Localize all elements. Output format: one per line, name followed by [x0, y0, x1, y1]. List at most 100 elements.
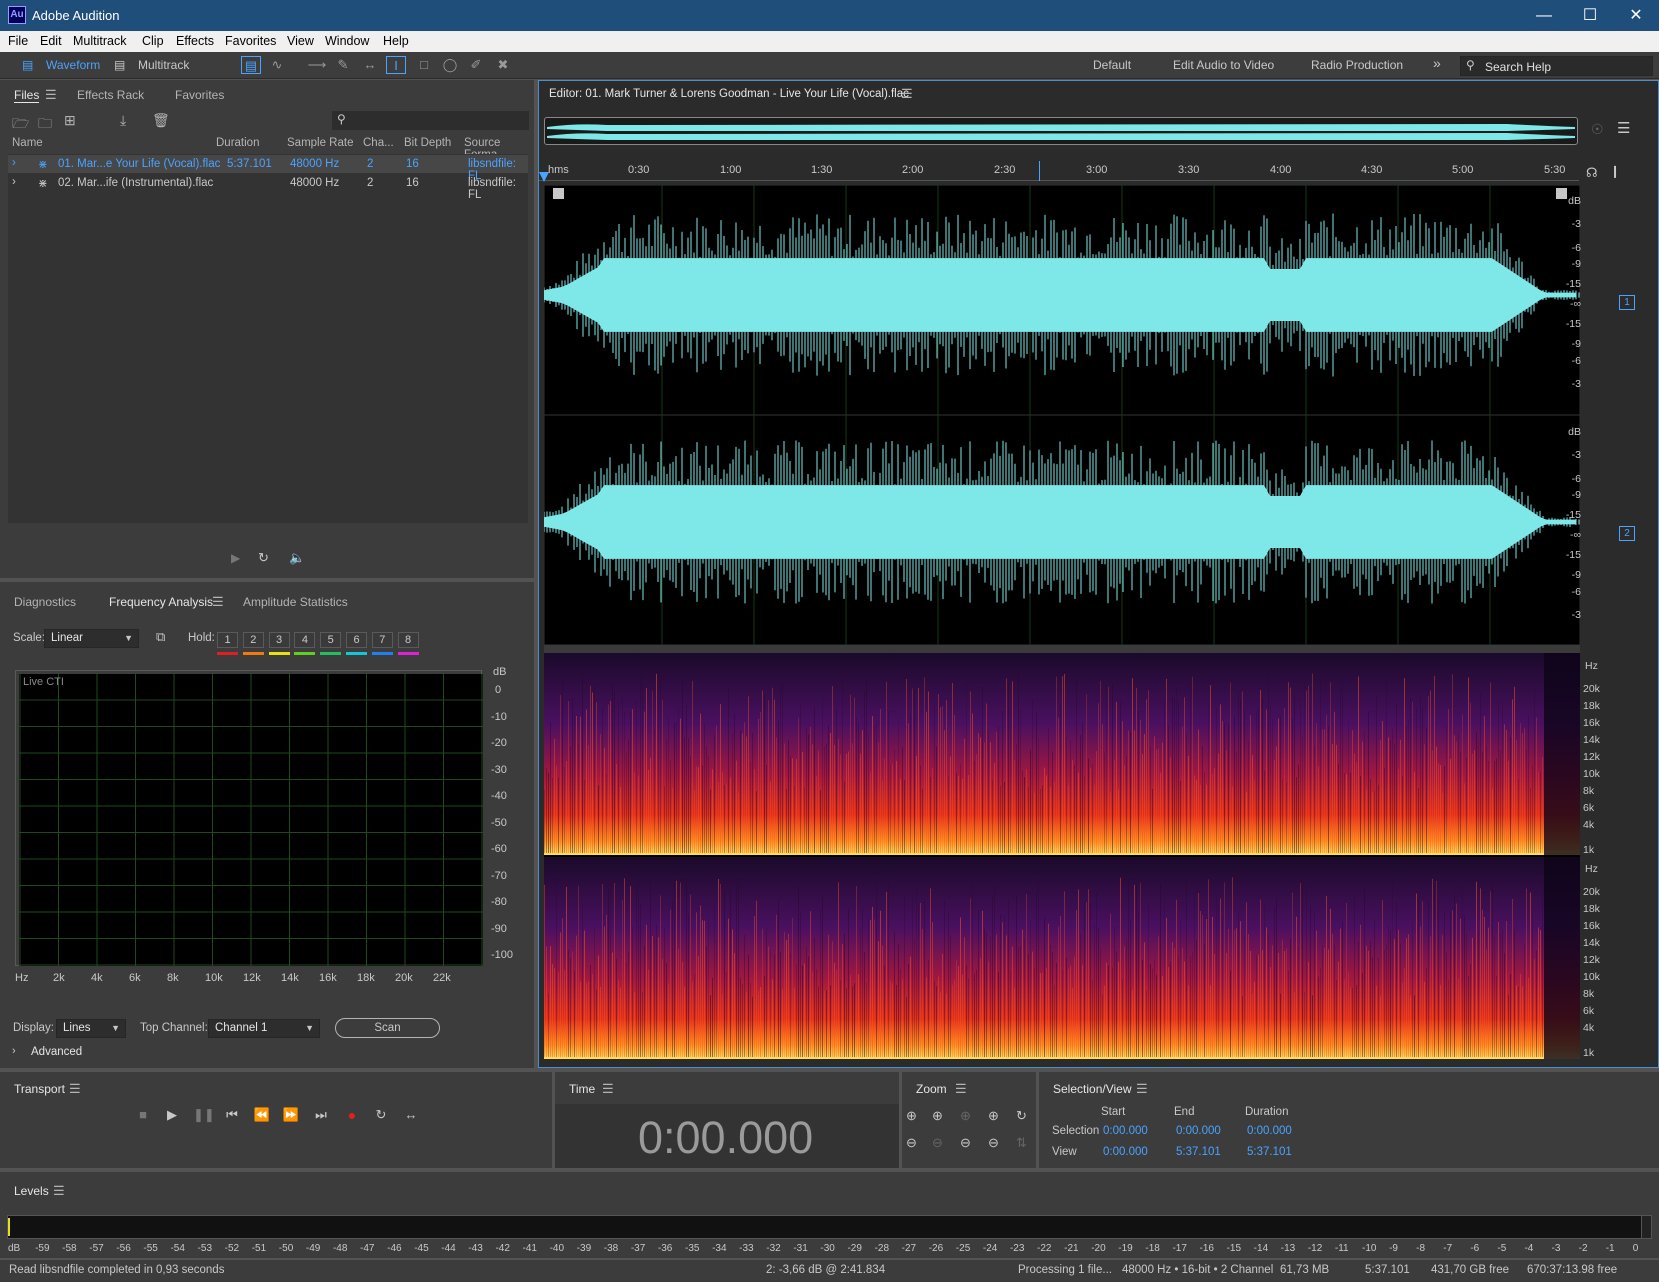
- hold-button-5[interactable]: 5: [320, 632, 342, 648]
- waveform-view-button[interactable]: ▤ Waveform: [20, 55, 100, 76]
- hold-button-7[interactable]: 7: [371, 632, 393, 648]
- record-icon[interactable]: ●: [343, 1107, 361, 1123]
- channel-2-toggle[interactable]: 2: [1619, 526, 1635, 541]
- hold-button-2[interactable]: 2: [242, 632, 264, 648]
- clip-indicator[interactable]: [1641, 1215, 1652, 1239]
- stop-icon[interactable]: ■: [134, 1107, 152, 1123]
- view-start[interactable]: 0:00.000: [1103, 1146, 1148, 1158]
- zoom-reset-icon[interactable]: ↻: [1016, 1108, 1027, 1124]
- maximize-button[interactable]: ☐: [1567, 0, 1613, 31]
- search-help-field[interactable]: ⚲ Search Help: [1460, 56, 1653, 76]
- tab-favorites[interactable]: Favorites: [175, 88, 224, 102]
- loop-preview-icon[interactable]: ↻: [258, 550, 269, 566]
- menu-window[interactable]: Window: [325, 34, 369, 48]
- new-file-icon[interactable]: ⊞: [64, 112, 76, 129]
- view-end[interactable]: 5:37.101: [1176, 1146, 1221, 1158]
- selection-duration[interactable]: 0:00.000: [1247, 1125, 1292, 1137]
- marker-pin-icon[interactable]: ❙: [1610, 164, 1620, 178]
- selection-end[interactable]: 0:00.000: [1176, 1125, 1221, 1137]
- autoplay-icon[interactable]: 🔈: [289, 550, 305, 566]
- advanced-toggle[interactable]: Advanced: [31, 1046, 82, 1058]
- insert-into-multitrack-icon[interactable]: ⤓: [120, 112, 126, 129]
- menu-favorites[interactable]: Favorites: [225, 34, 276, 48]
- hold-button-6[interactable]: 6: [346, 632, 367, 648]
- loop-playback-icon[interactable]: ↻: [372, 1107, 390, 1123]
- hold-button-3[interactable]: 3: [268, 632, 290, 648]
- spectral-display-icon[interactable]: ▤: [241, 56, 261, 74]
- brush-tool-icon[interactable]: ✐: [466, 56, 486, 74]
- table-row[interactable]: › ⋇ 01. Mar...e Your Life (Vocal).flac 5…: [8, 155, 528, 182]
- spot-healing-tool-icon[interactable]: ✖: [493, 56, 513, 74]
- delete-icon[interactable]: 🗑: [152, 112, 170, 129]
- pitch-display-icon[interactable]: ∿: [267, 56, 287, 74]
- column-duration[interactable]: Duration: [216, 137, 259, 149]
- selection-start[interactable]: 0:00.000: [1103, 1125, 1148, 1137]
- view-duration[interactable]: 5:37.101: [1247, 1146, 1292, 1158]
- multitrack-view-button[interactable]: ▤ Multitrack: [112, 55, 189, 76]
- column-sample-rate[interactable]: Sample Rate: [287, 137, 353, 149]
- panel-menu-icon[interactable]: ☰: [212, 594, 224, 610]
- expand-icon[interactable]: ›: [12, 1045, 16, 1057]
- zoom-out-full-icon[interactable]: ⊖: [988, 1135, 999, 1151]
- move-to-next-icon[interactable]: ⏭: [312, 1107, 330, 1123]
- play-preview-icon[interactable]: ▶: [231, 551, 240, 565]
- minimize-button[interactable]: —: [1521, 0, 1567, 31]
- razor-tool-icon[interactable]: ✎: [333, 56, 353, 74]
- column-bit-depth[interactable]: Bit Depth: [404, 137, 451, 149]
- menu-multitrack[interactable]: Multitrack: [73, 34, 126, 48]
- workspace-edit-audio-to-video[interactable]: Edit Audio to Video: [1173, 58, 1274, 72]
- hold-button-1[interactable]: 1: [217, 632, 238, 648]
- pause-icon[interactable]: ❚❚: [193, 1107, 215, 1123]
- play-icon[interactable]: ▶: [163, 1107, 181, 1123]
- panel-menu-icon[interactable]: ☰: [53, 1183, 65, 1199]
- move-to-previous-icon[interactable]: ⏮: [223, 1107, 241, 1123]
- channel-1-toggle[interactable]: 1: [1619, 295, 1635, 310]
- hold-button-4[interactable]: 4: [294, 632, 316, 648]
- headphone-icon[interactable]: ☊: [1586, 165, 1598, 181]
- tab-amplitude-statistics[interactable]: Amplitude Statistics: [243, 595, 348, 609]
- column-channels[interactable]: Cha...: [363, 137, 394, 149]
- menu-clip[interactable]: Clip: [142, 34, 164, 48]
- workspace-radio-production[interactable]: Radio Production: [1311, 58, 1403, 72]
- table-row[interactable]: › ⋇ 02. Mar...ife (Instrumental).flac 48…: [8, 174, 528, 201]
- zoom-in-point-icon[interactable]: ⊕: [960, 1108, 971, 1124]
- fade-in-handle-icon[interactable]: [553, 188, 564, 199]
- menu-file[interactable]: File: [8, 34, 28, 48]
- zoom-multitrack-icon[interactable]: ⇅: [1016, 1135, 1027, 1151]
- files-search-input[interactable]: ⚲: [332, 111, 529, 130]
- skip-selection-icon[interactable]: ↔: [402, 1107, 420, 1123]
- scan-button[interactable]: Scan: [335, 1018, 440, 1038]
- overview-menu-icon[interactable]: ☰: [1617, 119, 1630, 137]
- move-tool-icon[interactable]: ⟶: [307, 56, 327, 74]
- panel-menu-icon[interactable]: ☰: [901, 86, 913, 102]
- zoom-selection-icon[interactable]: ⊕: [988, 1108, 999, 1124]
- timeline-ruler[interactable]: [539, 161, 1579, 181]
- zoom-out-time-icon[interactable]: ⊖: [932, 1135, 943, 1151]
- workspace-default[interactable]: Default: [1093, 58, 1131, 72]
- top-channel-dropdown[interactable]: Channel 1 ▼: [208, 1019, 320, 1038]
- zoom-to-selection-icon[interactable]: ☉: [1591, 121, 1604, 138]
- copy-graph-icon[interactable]: ⧉: [156, 629, 165, 645]
- zoom-out-amplitude-icon[interactable]: ⊖: [906, 1135, 917, 1151]
- panel-menu-icon[interactable]: ☰: [602, 1081, 614, 1097]
- expand-icon[interactable]: ›: [12, 176, 16, 188]
- tab-files[interactable]: Files: [14, 88, 40, 103]
- fast-forward-icon[interactable]: ⏩: [282, 1107, 300, 1123]
- panel-menu-icon[interactable]: ☰: [45, 87, 57, 103]
- hold-button-8[interactable]: 8: [397, 632, 419, 648]
- more-workspaces-icon[interactable]: »: [1433, 55, 1441, 71]
- menu-help[interactable]: Help: [383, 34, 409, 48]
- lasso-tool-icon[interactable]: ◯: [440, 56, 460, 74]
- menu-effects[interactable]: Effects: [176, 34, 214, 48]
- slip-tool-icon[interactable]: ↔: [360, 56, 380, 74]
- zoom-out-point-icon[interactable]: ⊖: [960, 1135, 971, 1151]
- display-dropdown[interactable]: Lines ▼: [56, 1019, 126, 1038]
- time-selection-tool-icon[interactable]: I: [386, 56, 406, 74]
- tab-diagnostics[interactable]: Diagnostics: [14, 595, 76, 609]
- marquee-tool-icon[interactable]: □: [414, 56, 434, 74]
- waveform-spectral-divider[interactable]: [544, 645, 1580, 653]
- overview-bar[interactable]: [544, 117, 1578, 145]
- panel-menu-icon[interactable]: ☰: [69, 1081, 81, 1097]
- tab-frequency-analysis[interactable]: Frequency Analysis: [109, 595, 213, 609]
- menu-edit[interactable]: Edit: [40, 34, 62, 48]
